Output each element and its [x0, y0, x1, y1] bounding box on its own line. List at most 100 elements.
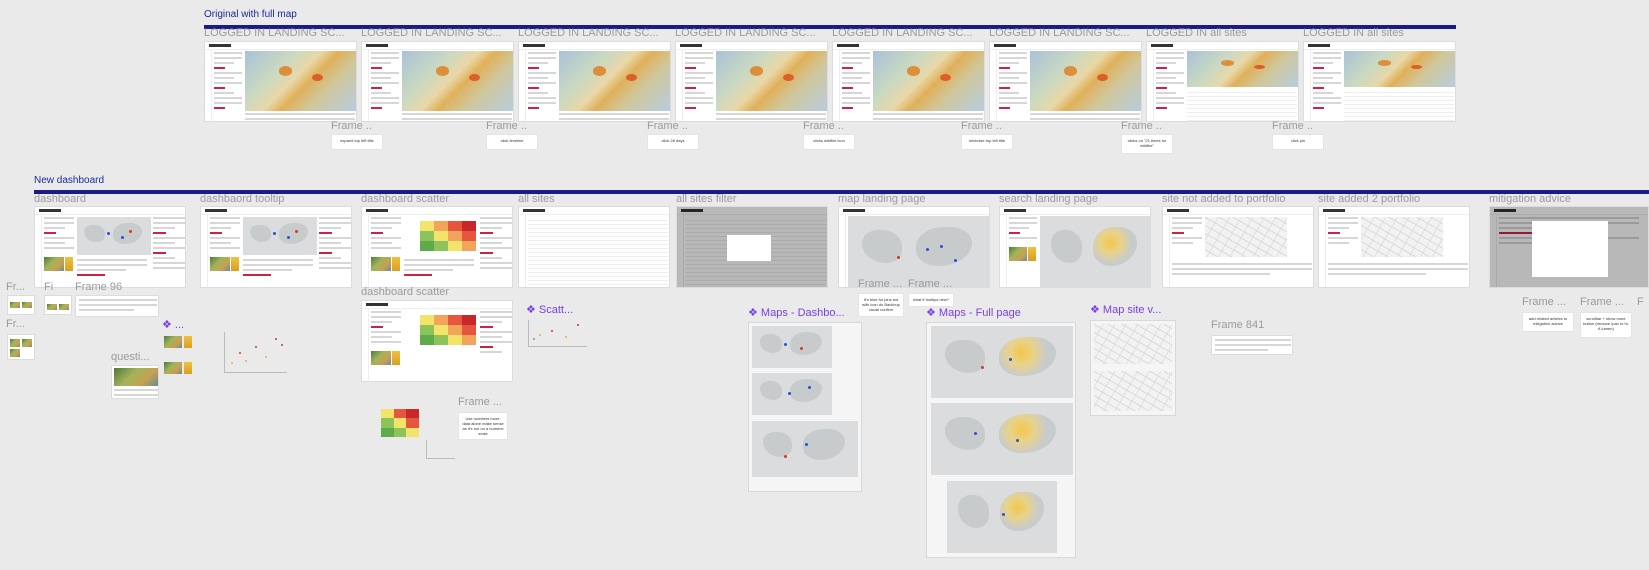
frame-label[interactable]: Frame ...	[1580, 296, 1632, 308]
frame-label[interactable]: LOGGED IN all sites	[1303, 27, 1455, 39]
frame-question[interactable]	[111, 365, 159, 399]
frame-label[interactable]: Frame ...	[458, 396, 508, 408]
frame-label[interactable]: Frame ...	[803, 120, 843, 132]
sticky-note[interactable]: click 28 days	[647, 134, 699, 150]
frame-label[interactable]: dashbaord tooltip	[200, 193, 352, 205]
frame-all-sites-2[interactable]	[1303, 41, 1456, 122]
frame-label[interactable]: Frame ...	[908, 278, 952, 290]
frame-label[interactable]: LOGGED IN LANDING SC...	[361, 27, 513, 39]
frame-label[interactable]: Fr...	[6, 281, 34, 293]
frame-label[interactable]: LOGGED IN LANDING SC...	[204, 27, 356, 39]
frame-landing-3[interactable]	[518, 41, 671, 122]
frame-landing-1[interactable]	[204, 41, 357, 122]
sticky-note[interactable]: It's blue for pins but with icon do Back…	[858, 293, 904, 317]
component-label[interactable]: ❖ Scatt...	[526, 303, 582, 316]
frame-label[interactable]: LOGGED IN LANDING SC...	[675, 27, 827, 39]
frame-label[interactable]: all sites	[518, 193, 670, 205]
map-image	[1040, 216, 1150, 287]
frame-label[interactable]: Frame 96	[75, 281, 135, 293]
sticky-note[interactable]: expand top left title	[331, 134, 383, 150]
frame-label[interactable]: mitigation advice	[1489, 193, 1641, 205]
sticky-note[interactable]: Use numbers more, data alone make sense …	[458, 412, 508, 440]
section-title-new[interactable]: New dashboard	[34, 175, 104, 186]
frame-label[interactable]: site not added to portfolio	[1162, 193, 1314, 205]
frame-map-landing[interactable]	[838, 206, 990, 288]
frame-label[interactable]: F	[1637, 296, 1649, 308]
frame-text	[44, 217, 74, 252]
frame-dashboard[interactable]	[34, 206, 186, 288]
frame-label[interactable]: Frame ...	[486, 120, 526, 132]
sticky-note[interactable]: minimise top left title	[961, 134, 1013, 150]
scatter-component[interactable]	[528, 320, 587, 347]
map-image	[1030, 51, 1141, 111]
section-title-original[interactable]: Original with full map	[204, 9, 297, 20]
frame-landing-5[interactable]	[832, 41, 985, 122]
frame-841[interactable]	[1211, 335, 1293, 355]
scatter-point	[533, 338, 535, 340]
frame-thumbs[interactable]	[7, 295, 35, 315]
frame-label[interactable]: LOGGED IN LANDING SC...	[518, 27, 670, 39]
frame-all-sites-1[interactable]	[1146, 41, 1299, 122]
frame-label[interactable]: Frame ...	[331, 120, 371, 132]
frame-label[interactable]: Frame ...	[1522, 296, 1572, 308]
frame-label[interactable]: LOGGED IN LANDING SC...	[989, 27, 1141, 39]
scatter-point	[539, 334, 541, 336]
frame-landing-4[interactable]	[675, 41, 828, 122]
sticky-note[interactable]: clicks wildfire icon	[803, 134, 855, 150]
frame-site-added[interactable]	[1318, 206, 1470, 288]
frame-label[interactable]: Fi	[44, 281, 74, 293]
scatter-point	[551, 330, 553, 332]
frame-all-sites[interactable]	[518, 206, 670, 288]
frame-label[interactable]: Fr...	[6, 318, 34, 330]
frame-header	[1163, 207, 1313, 215]
component-label[interactable]: ❖ Map site v...	[1090, 303, 1170, 316]
sticky-note[interactable]: click timeline	[486, 134, 538, 150]
frame-label[interactable]: Frame ...	[1121, 120, 1161, 132]
maps-full-component[interactable]	[926, 322, 1076, 558]
heatmap-component[interactable]	[381, 409, 419, 437]
frame-label[interactable]: questi...	[111, 351, 157, 363]
frame-label[interactable]: Frame ...	[858, 278, 902, 290]
frame-label[interactable]: search landing page	[999, 193, 1151, 205]
frame-label[interactable]: map landing page	[838, 193, 990, 205]
frame-landing-2[interactable]	[361, 41, 514, 122]
component-label[interactable]: ❖ Maps - Full page	[926, 306, 1056, 319]
component-thumbs[interactable]	[162, 334, 202, 378]
frame-thumbs[interactable]	[44, 295, 72, 315]
frame-label[interactable]: dashboard scatter	[361, 286, 513, 298]
frame-header	[1490, 207, 1648, 215]
frame-label[interactable]: all sites filter	[676, 193, 828, 205]
sticky-note[interactable]: scrollbar + show more button (remove /pa…	[1580, 312, 1632, 338]
frame-label[interactable]: dashboard scatter	[361, 193, 513, 205]
frame-label[interactable]: LOGGED IN all sites	[1146, 27, 1298, 39]
frame-label[interactable]: Frame 841	[1211, 319, 1281, 331]
frame-dashboard-scatter-2[interactable]	[361, 300, 513, 382]
map-image	[243, 217, 317, 255]
frame-dashboard-scatter[interactable]	[361, 206, 513, 288]
thumbnail	[231, 257, 239, 271]
sticky-note[interactable]: what if tooltips new?	[908, 293, 954, 307]
sticky-note[interactable]: click pin	[1272, 134, 1324, 150]
frame-all-sites-filter[interactable]	[676, 206, 828, 288]
component-label[interactable]: ❖ ...	[162, 318, 192, 331]
frame-site-not-added[interactable]	[1162, 206, 1314, 288]
frame-dashboard-tooltip[interactable]	[200, 206, 352, 288]
frame-label[interactable]: Frame ...	[647, 120, 687, 132]
scatter-point	[577, 324, 579, 326]
frame-96[interactable]	[75, 295, 159, 317]
frame-label[interactable]: Frame ...	[961, 120, 1001, 132]
frame-landing-6[interactable]	[989, 41, 1142, 122]
frame-mitigation-advice[interactable]	[1489, 206, 1649, 288]
frame-label[interactable]: Frame ...	[1272, 120, 1312, 132]
map-site-component[interactable]	[1090, 320, 1176, 416]
sticky-note[interactable]: clicks on "21 times for wildfire"	[1121, 134, 1173, 154]
sticky-note[interactable]: add related articles to mitigation advic…	[1522, 312, 1574, 332]
maps-dashboard-component[interactable]	[748, 322, 862, 492]
frame-thumbs[interactable]	[7, 334, 35, 360]
frame-sidebar	[35, 214, 42, 287]
frame-label[interactable]: dashboard	[34, 193, 186, 205]
component-label[interactable]: ❖ Maps - Dashbo...	[748, 306, 858, 319]
frame-label[interactable]: site added 2 portfolio	[1318, 193, 1470, 205]
frame-label[interactable]: LOGGED IN LANDING SC...	[832, 27, 984, 39]
frame-search-landing[interactable]	[999, 206, 1151, 288]
